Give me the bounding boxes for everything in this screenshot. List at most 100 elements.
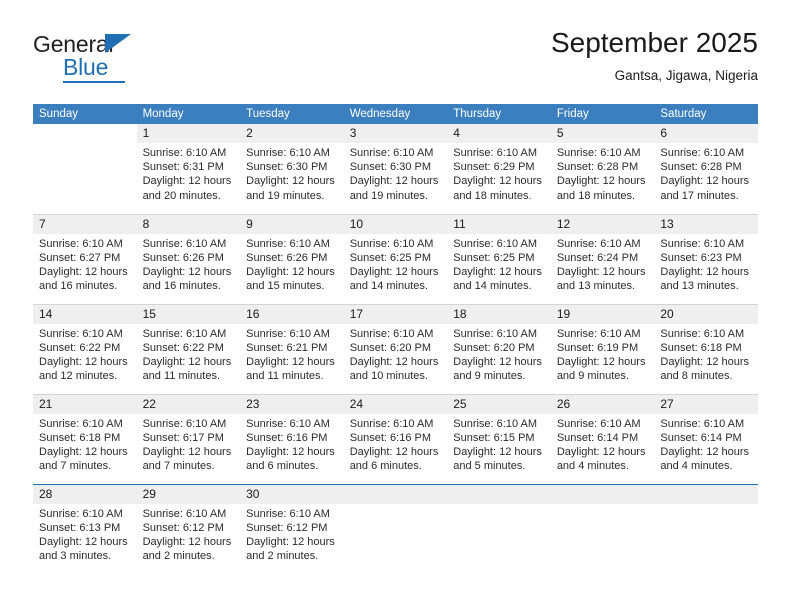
day-cell-20[interactable]: 20 Sunrise: 6:10 AM Sunset: 6:18 PM Dayligh… xyxy=(654,304,758,394)
day-details xyxy=(33,143,137,146)
day-cell-2[interactable]: 2 Sunrise: 6:10 AM Sunset: 6:30 PM Daylight… xyxy=(240,124,344,214)
day-cell-6[interactable]: 6 Sunrise: 6:10 AM Sunset: 6:28 PM Daylight… xyxy=(654,124,758,214)
day-cell-27[interactable]: 27 Sunrise: 6:10 AM Sunset: 6:14 PM Dayligh… xyxy=(654,394,758,484)
day-cell-15[interactable]: 15 Sunrise: 6:10 AM Sunset: 6:22 PM Dayligh… xyxy=(136,304,241,394)
day-cell-9[interactable]: 9 Sunrise: 6:10 AM Sunset: 6:26 PM Daylight… xyxy=(240,214,344,304)
day-number: 28 xyxy=(33,484,137,504)
calendar-week-row: 14 Sunrise: 6:10 AM Sunset: 6:22 PM Dayligh… xyxy=(33,303,758,394)
day-details: Sunrise: 6:10 AM Sunset: 6:26 PM Daylight:… xyxy=(240,234,344,294)
calendar-table: Sunday Monday Tuesday Wednesday Thursday Frid… xyxy=(33,104,758,574)
day-number: 23 xyxy=(240,394,344,414)
day-details: Sunrise: 6:10 AM Sunset: 6:27 PM Daylight:… xyxy=(33,234,137,294)
daylight-text: Daylight: 12 hours xyxy=(246,175,335,188)
day-cell-19[interactable]: 19 Sunrise: 6:10 AM Sunset: 6:19 PM Dayligh… xyxy=(550,304,655,394)
sunrise-text: Sunrise: 6:10 AM xyxy=(660,237,745,250)
sunset-text: Sunset: 6:22 PM xyxy=(142,341,224,354)
day-cell-30[interactable]: 30 Sunrise: 6:10 AM Sunset: 6:12 PM Dayligh… xyxy=(240,484,344,574)
sunset-text: Sunset: 6:28 PM xyxy=(556,161,639,174)
day-details: Sunrise: 6:10 AM Sunset: 6:16 PM Daylight:… xyxy=(344,414,448,474)
day-cell-10[interactable]: 10 Sunrise: 6:10 AM Sunset: 6:25 PM Dayligh… xyxy=(343,214,448,304)
day-number: 4 xyxy=(447,124,551,143)
sunset-text: Sunset: 6:21 PM xyxy=(246,341,328,354)
weekday-header-monday: Monday xyxy=(136,104,241,124)
daylight-text-cont: and 6 minutes. xyxy=(246,460,319,473)
daylight-text-cont: and 13 minutes. xyxy=(556,280,636,293)
daylight-text-cont: and 14 minutes. xyxy=(453,280,532,293)
day-cell-5[interactable]: 5 Sunrise: 6:10 AM Sunset: 6:28 PM Daylight… xyxy=(550,124,655,214)
calendar-week-row: 28 Sunrise: 6:10 AM Sunset: 6:13 PM Dayligh… xyxy=(33,483,758,574)
sunrise-text: Sunrise: 6:10 AM xyxy=(660,327,745,340)
day-cell-16[interactable]: 16 Sunrise: 6:10 AM Sunset: 6:21 PM Dayligh… xyxy=(240,304,344,394)
general-blue-logo: General Blue xyxy=(33,31,163,83)
daylight-text: Daylight: 12 hours xyxy=(349,355,439,368)
sunset-text: Sunset: 6:28 PM xyxy=(660,161,742,174)
sunrise-text: Sunrise: 6:10 AM xyxy=(349,147,434,159)
day-details: Sunrise: 6:10 AM Sunset: 6:22 PM Daylight:… xyxy=(33,324,137,384)
day-cell-26[interactable]: 26 Sunrise: 6:10 AM Sunset: 6:14 PM Dayligh… xyxy=(550,394,655,484)
day-cell-17[interactable]: 17 Sunrise: 6:10 AM Sunset: 6:20 PM Dayligh… xyxy=(343,304,448,394)
day-cell-empty xyxy=(550,484,655,574)
daylight-text: Daylight: 12 hours xyxy=(453,175,542,188)
day-number: 3 xyxy=(343,124,448,143)
day-cell-8[interactable]: 8 Sunrise: 6:10 AM Sunset: 6:26 PM Daylight… xyxy=(136,214,241,304)
day-details: Sunrise: 6:10 AM Sunset: 6:30 PM Daylight:… xyxy=(344,143,448,203)
day-cell-14[interactable]: 14 Sunrise: 6:10 AM Sunset: 6:22 PM Dayligh… xyxy=(33,304,137,394)
day-details xyxy=(654,504,758,507)
daylight-text: Daylight: 12 hours xyxy=(39,445,128,458)
day-details: Sunrise: 6:10 AM Sunset: 6:15 PM Daylight:… xyxy=(447,414,551,474)
day-number: 29 xyxy=(136,484,241,504)
calendar-week-row: 7 Sunrise: 6:10 AM Sunset: 6:27 PM Daylight… xyxy=(33,213,758,304)
sunset-text: Sunset: 6:23 PM xyxy=(660,251,742,264)
day-number xyxy=(654,484,758,504)
daylight-text-cont: and 7 minutes. xyxy=(142,460,215,473)
calendar-page: General Blue September 2025 Gantsa, Jiga… xyxy=(0,0,792,612)
day-cell-25[interactable]: 25 Sunrise: 6:10 AM Sunset: 6:15 PM Dayligh… xyxy=(447,394,551,484)
sunset-text: Sunset: 6:12 PM xyxy=(142,521,224,534)
daylight-text: Daylight: 12 hours xyxy=(142,175,232,188)
day-number: 24 xyxy=(343,394,448,414)
weekday-header-thursday: Thursday xyxy=(447,104,551,124)
daylight-text: Daylight: 12 hours xyxy=(349,445,439,458)
calendar-week-row: 21 Sunrise: 6:10 AM Sunset: 6:18 PM Dayligh… xyxy=(33,393,758,484)
day-details xyxy=(551,504,655,507)
day-cell-11[interactable]: 11 Sunrise: 6:10 AM Sunset: 6:25 PM Dayligh… xyxy=(447,214,551,304)
sunset-text: Sunset: 6:18 PM xyxy=(660,341,742,354)
logo-text-blue: Blue xyxy=(63,54,109,80)
day-cell-22[interactable]: 22 Sunrise: 6:10 AM Sunset: 6:17 PM Dayligh… xyxy=(136,394,241,484)
day-number: 1 xyxy=(136,124,241,143)
daylight-text: Daylight: 12 hours xyxy=(453,355,542,368)
weekday-header-tuesday: Tuesday xyxy=(240,104,344,124)
sunset-text: Sunset: 6:20 PM xyxy=(349,341,432,354)
day-cell-7[interactable]: 7 Sunrise: 6:10 AM Sunset: 6:27 PM Daylight… xyxy=(33,214,137,304)
day-details xyxy=(447,504,551,507)
day-cell-4[interactable]: 4 Sunrise: 6:10 AM Sunset: 6:29 PM Daylight… xyxy=(447,124,551,214)
day-cell-23[interactable]: 23 Sunrise: 6:10 AM Sunset: 6:16 PM Dayligh… xyxy=(240,394,344,484)
day-number: 21 xyxy=(33,394,137,414)
day-cell-28[interactable]: 28 Sunrise: 6:10 AM Sunset: 6:13 PM Dayligh… xyxy=(33,484,137,574)
daylight-text-cont: and 10 minutes. xyxy=(349,370,428,383)
daylight-text: Daylight: 12 hours xyxy=(660,355,750,368)
day-cell-18[interactable]: 18 Sunrise: 6:10 AM Sunset: 6:20 PM Dayligh… xyxy=(447,304,551,394)
sunrise-text: Sunrise: 6:10 AM xyxy=(246,417,330,430)
day-cell-empty xyxy=(654,484,758,574)
day-cell-24[interactable]: 24 Sunrise: 6:10 AM Sunset: 6:16 PM Dayligh… xyxy=(343,394,448,484)
day-cell-29[interactable]: 29 Sunrise: 6:10 AM Sunset: 6:12 PM Dayligh… xyxy=(136,484,241,574)
daylight-text-cont: and 2 minutes. xyxy=(142,550,215,563)
daylight-text-cont: and 16 minutes. xyxy=(39,280,118,293)
daylight-text-cont: and 15 minutes. xyxy=(246,280,325,293)
daylight-text-cont: and 11 minutes. xyxy=(246,370,324,383)
day-cell-12[interactable]: 12 Sunrise: 6:10 AM Sunset: 6:24 PM Dayligh… xyxy=(550,214,655,304)
day-cell-13[interactable]: 13 Sunrise: 6:10 AM Sunset: 6:23 PM Dayligh… xyxy=(654,214,758,304)
daylight-text: Daylight: 12 hours xyxy=(660,445,750,458)
daylight-text-cont: and 5 minutes. xyxy=(453,460,526,473)
day-number: 20 xyxy=(654,304,758,324)
daylight-text-cont: and 4 minutes. xyxy=(660,460,733,473)
daylight-text: Daylight: 12 hours xyxy=(660,265,750,278)
day-cell-3[interactable]: 3 Sunrise: 6:10 AM Sunset: 6:30 PM Daylight… xyxy=(343,124,448,214)
day-cell-21[interactable]: 21 Sunrise: 6:10 AM Sunset: 6:18 PM Dayligh… xyxy=(33,394,137,484)
sunrise-text: Sunrise: 6:10 AM xyxy=(349,237,434,250)
sunrise-text: Sunrise: 6:10 AM xyxy=(453,147,538,159)
day-cell-1[interactable]: 1 Sunrise: 6:10 AM Sunset: 6:31 PM Daylight… xyxy=(136,124,241,214)
day-number: 26 xyxy=(550,394,655,414)
sunrise-text: Sunrise: 6:10 AM xyxy=(349,327,434,340)
